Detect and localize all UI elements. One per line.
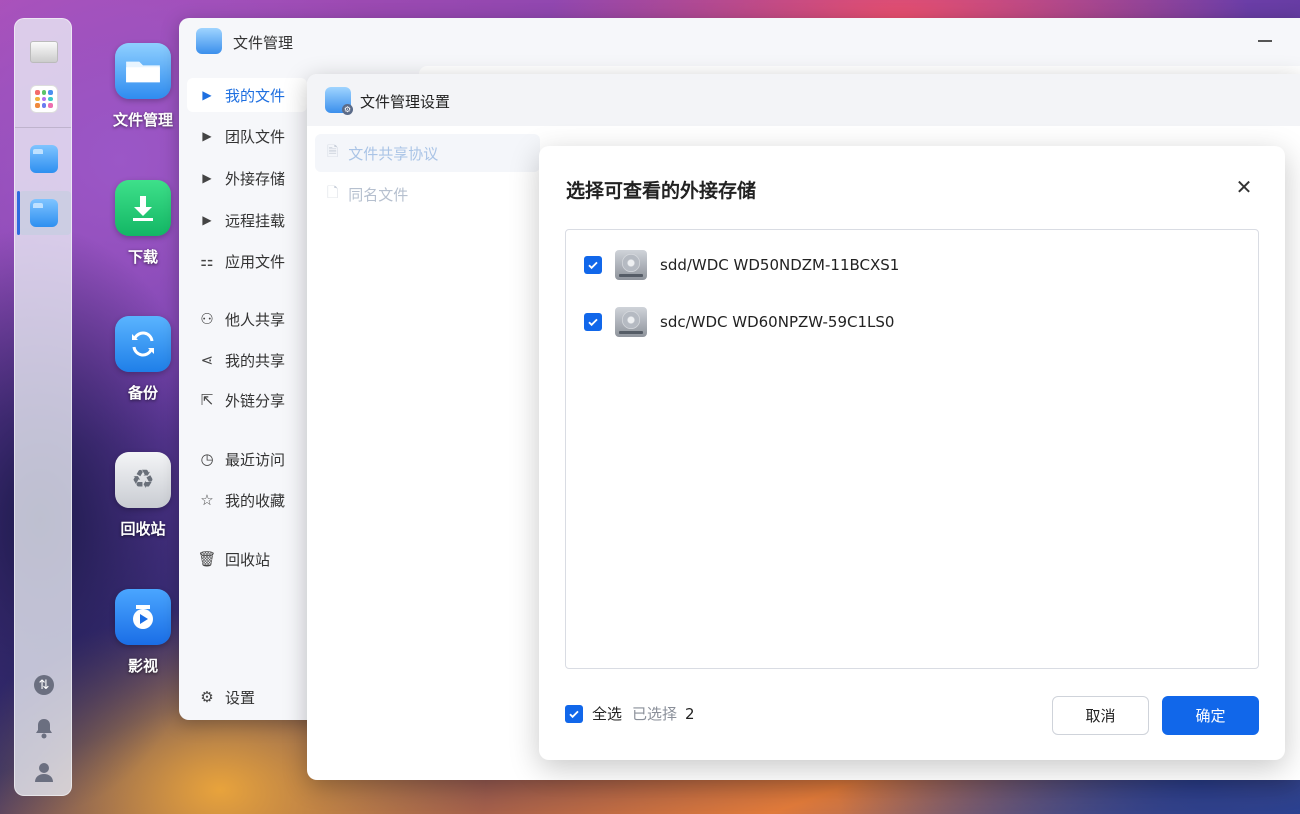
selected-label: 已选择 (632, 705, 678, 723)
nav-my-files[interactable]: ▶ 我的文件 (187, 78, 307, 112)
file-manager-settings-dock-icon[interactable] (30, 199, 58, 227)
desktop-icon-file-manager[interactable]: 文件管理 (105, 43, 181, 130)
storage-name: sdd/WDC WD50NDZM-11BCXS1 (660, 256, 900, 274)
settings-title: 文件管理设置 (360, 93, 451, 111)
storage-name: sdc/WDC WD60NPZW-59C1LS0 (660, 313, 895, 331)
hard-disk-icon (615, 250, 647, 280)
nav-settings[interactable]: ⚙ 设置 (187, 680, 307, 714)
share-icon: ⋖ (200, 351, 214, 369)
nav-label: 我的收藏 (225, 491, 286, 510)
desktop-icon-backup[interactable]: 备份 (105, 316, 181, 403)
window-title: 文件管理 (233, 34, 294, 52)
desktop-icon-video[interactable]: 影视 (105, 589, 181, 676)
nav-remote-mount[interactable]: ▶ 远程挂载 (187, 203, 307, 237)
user-icon: ⚇ (200, 310, 214, 328)
nav-shared-with-me[interactable]: ⚇ 他人共享 (187, 302, 307, 336)
caret-right-icon: ▶ (202, 129, 212, 143)
select-external-storage-dialog: 选择可查看的外接存储 ✕ sdd/WDC WD50NDZM-11BCXS1 sd… (539, 146, 1285, 760)
desktop-icon-recycle-bin[interactable]: ♻ 回收站 (105, 452, 181, 539)
close-icon[interactable]: ✕ (1233, 176, 1255, 198)
nav-label: 我的共享 (225, 351, 286, 370)
file-manager-logo-icon (196, 28, 222, 54)
settings-tab-file-sharing-protocol[interactable]: 🗎 文件共享协议 (315, 134, 540, 172)
desktop-icon-download[interactable]: 下载 (105, 180, 181, 267)
hard-disk-icon (615, 307, 647, 337)
storage-checkbox[interactable] (584, 256, 602, 274)
nav-external-link-share[interactable]: ⇱ 外链分享 (187, 383, 307, 417)
folder-icon (115, 43, 171, 99)
settings-logo-icon: ⚙ (325, 87, 353, 115)
storage-list: sdd/WDC WD50NDZM-11BCXS1 sdc/WDC WD60NPZ… (565, 229, 1259, 669)
app-center-icon[interactable] (30, 85, 58, 113)
star-icon: ☆ (200, 491, 214, 509)
nav-label: 他人共享 (225, 310, 286, 329)
dialog-title: 选择可查看的外接存储 (566, 180, 757, 202)
trash-icon: 🗑 (197, 550, 217, 568)
nav-label: 应用文件 (225, 252, 286, 271)
backup-icon (115, 316, 171, 372)
nav-label: 设置 (225, 688, 256, 707)
nav-label: 我的文件 (225, 86, 286, 105)
desktop-icon-label: 文件管理 (112, 111, 173, 129)
dock-active-indicator (17, 191, 20, 235)
desktop-icon-label: 备份 (127, 384, 158, 402)
document-icon: 🗎 (327, 144, 339, 160)
nav-app-files[interactable]: ⚏ 应用文件 (187, 244, 307, 278)
list-item[interactable]: sdc/WDC WD60NPZW-59C1LS0 (584, 305, 894, 339)
select-all-label[interactable]: 全选 (592, 703, 622, 724)
nav-team-files[interactable]: ▶ 团队文件 (187, 119, 307, 153)
settings-tab-same-name-files[interactable]: 🗋 同名文件 (315, 175, 540, 213)
nav-recent[interactable]: ◷ 最近访问 (187, 442, 307, 476)
nav-recycle-bin[interactable]: 🗑 回收站 (187, 542, 307, 576)
nav-label: 远程挂载 (225, 211, 286, 230)
file-manager-dock-icon[interactable] (30, 145, 58, 173)
desktop-icon-label: 影视 (127, 657, 158, 675)
nav-label: 外接存储 (225, 169, 286, 188)
select-all-area: 全选 已选择 2 (565, 703, 695, 724)
document-icon: 🗋 (327, 185, 339, 201)
user-icon[interactable] (34, 761, 54, 783)
settings-tab-label: 文件共享协议 (348, 144, 439, 163)
nav-favorites[interactable]: ☆ 我的收藏 (187, 483, 307, 517)
nav-label: 回收站 (225, 550, 271, 569)
nav-external-storage[interactable]: ▶ 外接存储 (187, 161, 307, 195)
download-icon (115, 180, 171, 236)
settings-header: ⚙ 文件管理设置 (307, 74, 1300, 126)
video-icon (115, 589, 171, 645)
grid-icon: ⚏ (200, 252, 214, 270)
confirm-button[interactable]: 确定 (1162, 696, 1259, 735)
minimize-button[interactable] (1258, 40, 1272, 42)
desktop-icon-label: 下载 (127, 248, 158, 266)
list-item[interactable]: sdd/WDC WD50NDZM-11BCXS1 (584, 248, 899, 282)
nav-label: 团队文件 (225, 127, 286, 146)
settings-tab-label: 同名文件 (348, 185, 409, 204)
desktop-icon-label: 回收站 (120, 520, 166, 538)
cancel-button[interactable]: 取消 (1052, 696, 1149, 735)
clock-icon: ◷ (200, 450, 214, 468)
storage-checkbox[interactable] (584, 313, 602, 331)
caret-right-icon: ▶ (202, 171, 212, 185)
dock-separator (15, 127, 71, 128)
nav-label: 外链分享 (225, 391, 286, 410)
caret-right-icon: ▶ (202, 213, 212, 227)
nav-my-shares[interactable]: ⋖ 我的共享 (187, 343, 307, 377)
dock: ⇅ (14, 18, 72, 796)
monitor-icon[interactable] (30, 41, 58, 69)
recycle-icon: ♻ (115, 452, 171, 508)
nav-label: 最近访问 (225, 450, 286, 469)
bell-icon[interactable] (34, 717, 54, 739)
gear-icon: ⚙ (200, 688, 214, 706)
selected-count: 2 (685, 704, 695, 723)
select-all-checkbox[interactable] (565, 704, 583, 723)
caret-right-icon: ▶ (202, 88, 212, 102)
transfer-icon[interactable]: ⇅ (34, 675, 54, 695)
external-share-icon: ⇱ (200, 391, 214, 409)
